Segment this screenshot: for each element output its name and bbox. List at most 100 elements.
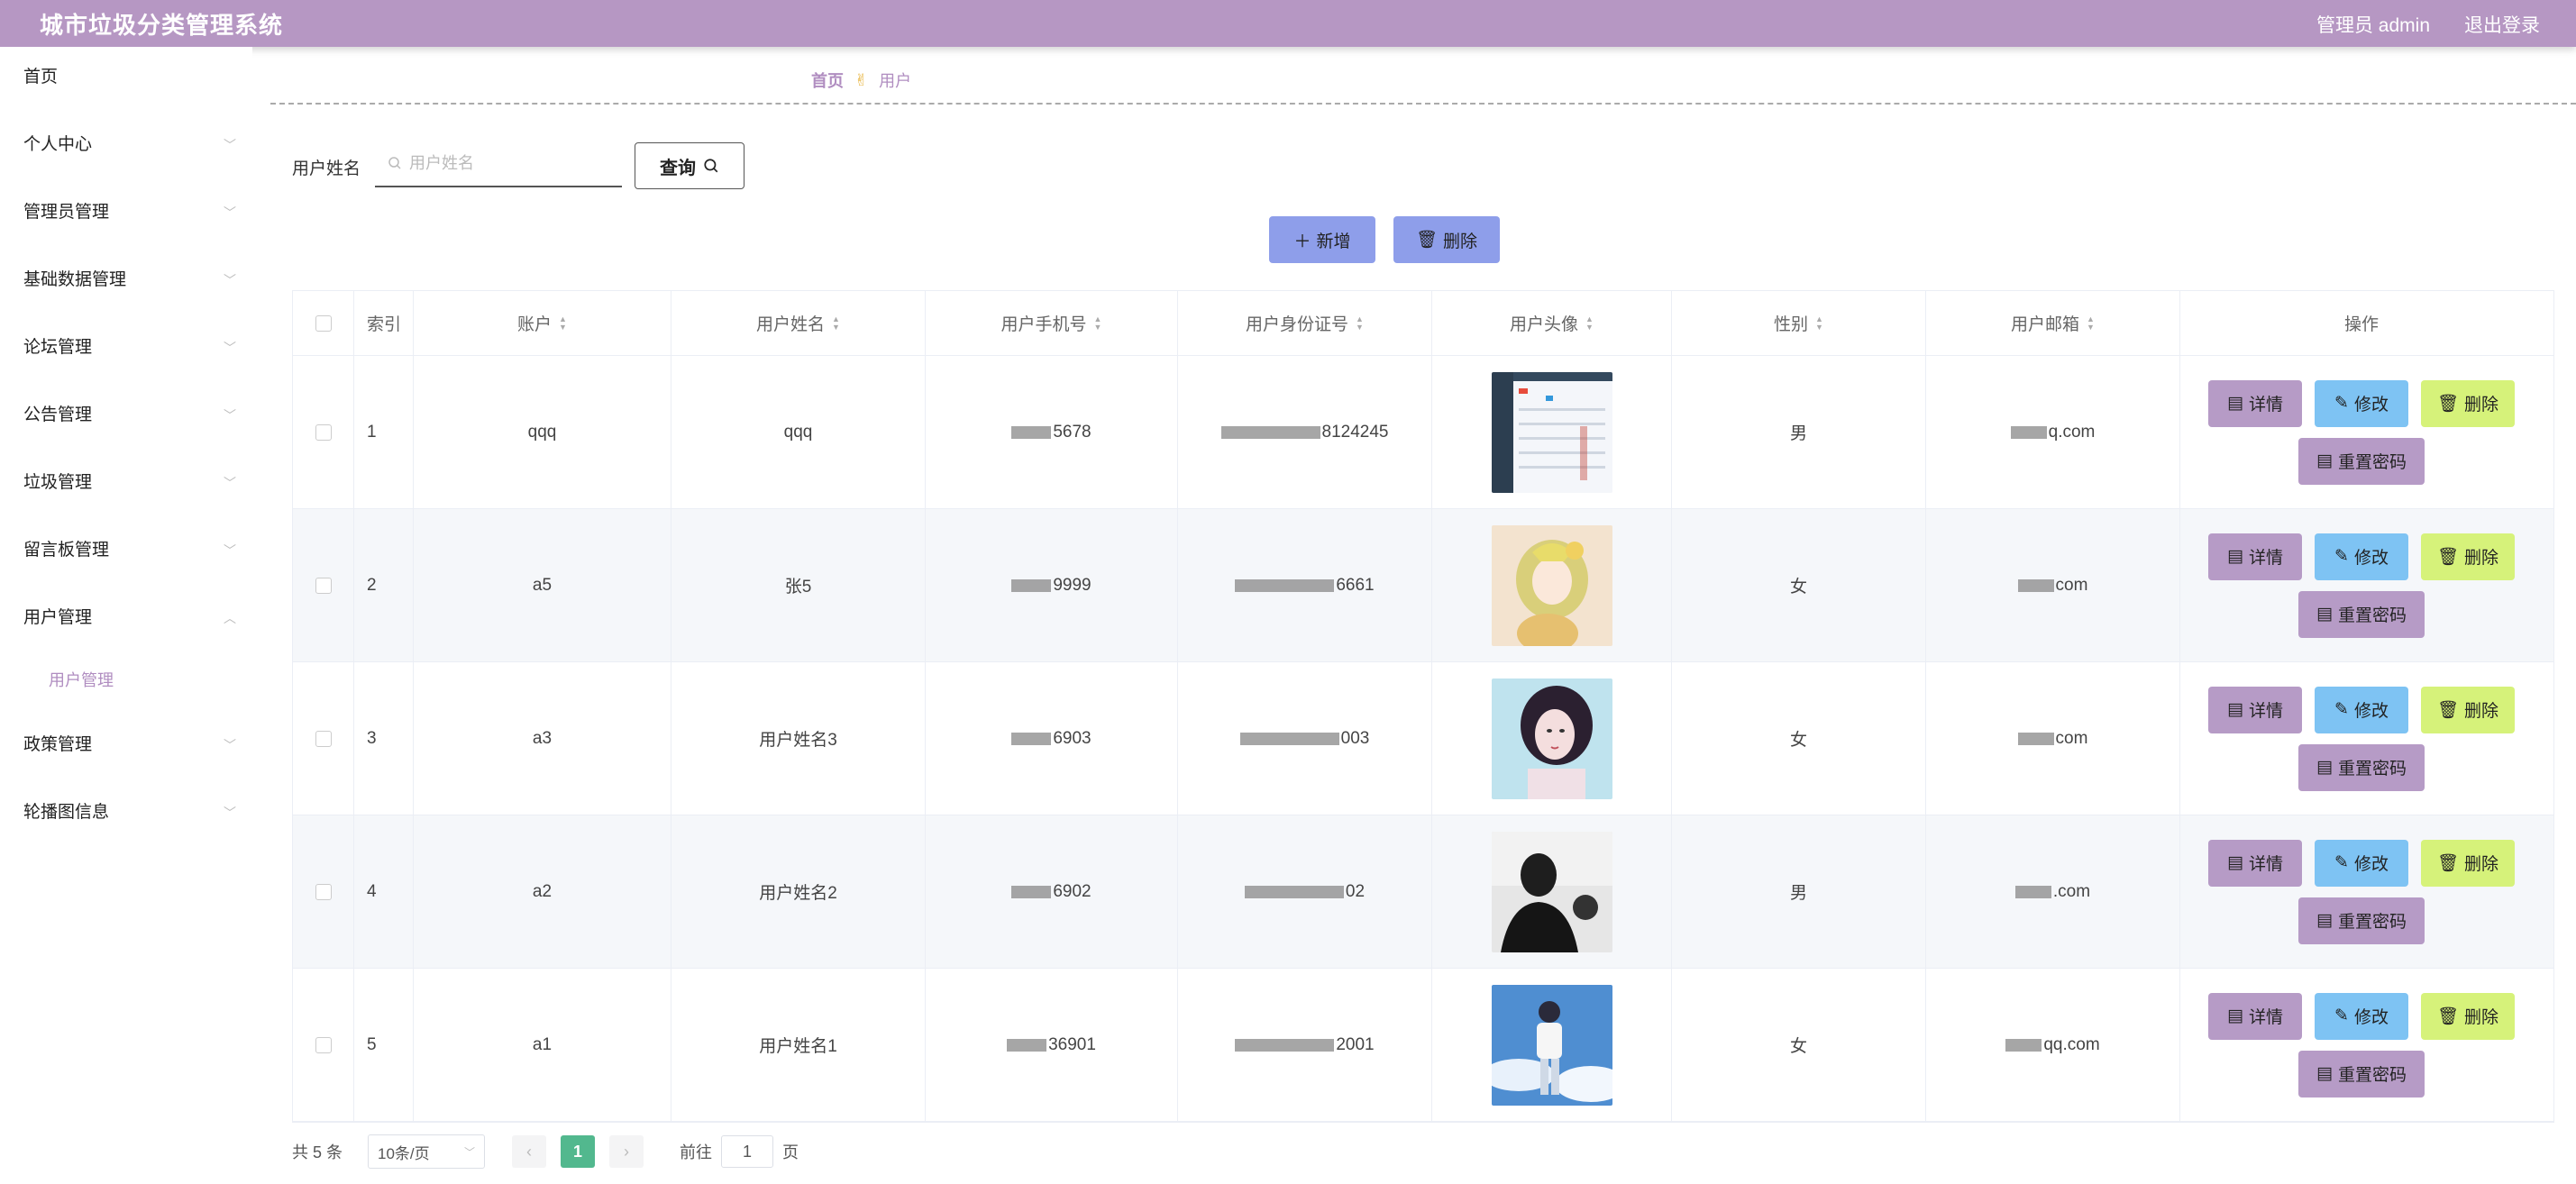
delete-button[interactable]: 🗑 删除 (2421, 379, 2515, 427)
query-button[interactable]: 查询 (635, 142, 744, 189)
edit-button[interactable]: ✎ 修改 (2315, 992, 2408, 1040)
cell-index: 3 (354, 662, 414, 815)
column-header-gender[interactable]: 性别 ▲ ▼ (1672, 291, 1926, 355)
trash-icon: 🗑 (2436, 853, 2460, 873)
delete-button[interactable]: 🗑 删除 (2421, 839, 2515, 887)
row-checkbox[interactable] (315, 1036, 332, 1053)
cell-index: 5 (354, 969, 414, 1121)
delete-button[interactable]: 🗑 删除 (2421, 686, 2515, 733)
reset-password-label: 重置密码 (2337, 453, 2407, 472)
sidebar-item-label: 垃圾管理 (23, 473, 93, 492)
next-page-button[interactable]: › (609, 1135, 644, 1168)
sidebar-item-carousel[interactable]: 轮播图信息 ﹀ (23, 795, 240, 831)
column-header-label: 用户头像 (1510, 315, 1579, 334)
trash-icon: 🗑 (2436, 1006, 2460, 1026)
avatar[interactable] (1491, 524, 1612, 646)
add-button[interactable]: ＋ 新增 (1269, 216, 1375, 263)
row-checkbox[interactable] (315, 883, 332, 900)
reset-password-button[interactable]: ▤ 重置密码 (2298, 590, 2425, 638)
avatar[interactable] (1491, 371, 1612, 493)
sidebar-item-user-management[interactable]: 用户管理 ︿ (23, 600, 240, 636)
goto-label: 前往 (680, 1143, 712, 1161)
sidebar-item-garbage[interactable]: 垃圾管理 ﹀ (23, 465, 240, 501)
reset-password-button[interactable]: ▤ 重置密码 (2298, 1050, 2425, 1097)
edit-button[interactable]: ✎ 修改 (2315, 839, 2408, 887)
row-checkbox[interactable] (315, 577, 332, 594)
breadcrumb-home[interactable]: 首页 (811, 68, 844, 92)
cell-id-value: 8124245 (1321, 422, 1389, 442)
sort-icon[interactable]: ▲ ▼ (2087, 314, 2095, 332)
delete-button-label: 删除 (2464, 702, 2499, 721)
detail-button[interactable]: ▤ 详情 (2208, 686, 2302, 733)
cell-id-number: 02 (1178, 815, 1432, 968)
column-header-actions: 操作 (2343, 315, 2379, 334)
sidebar-item-home[interactable]: 首页 (23, 59, 240, 96)
edit-button-label: 修改 (2353, 1008, 2389, 1027)
sort-icon[interactable]: ▲ ▼ (832, 314, 840, 332)
row-checkbox[interactable] (315, 424, 332, 441)
select-all-checkbox[interactable] (315, 314, 332, 332)
detail-button[interactable]: ▤ 详情 (2208, 379, 2302, 427)
edit-button[interactable]: ✎ 修改 (2315, 379, 2408, 427)
sidebar-item-forum[interactable]: 论坛管理 ﹀ (23, 330, 240, 366)
chevron-down-icon: ﹀ (463, 1145, 475, 1159)
edit-button[interactable]: ✎ 修改 (2315, 686, 2408, 733)
current-user-label: 管理员 admin (2316, 15, 2430, 36)
sidebar-item-notice[interactable]: 公告管理 ﹀ (23, 397, 240, 433)
reset-password-button[interactable]: ▤ 重置密码 (2298, 437, 2425, 485)
page-number[interactable]: 1 (561, 1135, 595, 1168)
delete-button[interactable]: 🗑 删除 (2421, 533, 2515, 580)
search-input[interactable] (409, 153, 607, 173)
sidebar-item-personal-center[interactable]: 个人中心 ﹀ (23, 127, 240, 163)
column-header-account[interactable]: 账户 ▲ ▼ (414, 291, 671, 355)
prev-page-button[interactable]: ‹ (512, 1135, 546, 1168)
delete-button-label: 删除 (2464, 1008, 2499, 1027)
redaction-mark (1011, 425, 1052, 439)
cell-phone-value: 6903 (1053, 728, 1092, 748)
avatar[interactable] (1491, 831, 1612, 952)
column-header-email[interactable]: 用户邮箱 ▲ ▼ (1926, 291, 2180, 355)
column-header-avatar[interactable]: 用户头像 ▲ ▼ (1432, 291, 1672, 355)
row-select-cell (293, 509, 354, 661)
edit-button-label: 修改 (2353, 396, 2389, 414)
logout-link[interactable]: 退出登录 (2464, 11, 2540, 38)
detail-button[interactable]: ▤ 详情 (2208, 992, 2302, 1040)
cell-gender: 男 (1672, 356, 1926, 508)
cell-phone: 6903 (926, 662, 1178, 815)
sort-icon[interactable]: ▲ ▼ (1356, 314, 1364, 332)
reset-password-button[interactable]: ▤ 重置密码 (2298, 743, 2425, 791)
redaction-mark (2010, 425, 2047, 439)
pagination: 共 5 条 10条/页 ﹀ ‹ 1 › 前往 1 页 (292, 1134, 799, 1170)
avatar[interactable] (1491, 984, 1612, 1106)
sort-icon[interactable]: ▲ ▼ (1094, 314, 1102, 332)
query-button-label: 查询 (660, 158, 696, 178)
cell-name: qqq (671, 356, 926, 508)
column-header-name[interactable]: 用户姓名 ▲ ▼ (671, 291, 926, 355)
detail-button[interactable]: ▤ 详情 (2208, 839, 2302, 887)
reset-password-button[interactable]: ▤ 重置密码 (2298, 897, 2425, 944)
batch-delete-button[interactable]: 🗑 删除 (1393, 216, 1500, 263)
sort-icon[interactable]: ▲ ▼ (1815, 314, 1823, 332)
sidebar-subitem-user-management[interactable]: 用户管理 (49, 662, 265, 698)
column-header-phone[interactable]: 用户手机号 ▲ ▼ (926, 291, 1178, 355)
select-all-cell (293, 291, 354, 355)
row-checkbox[interactable] (315, 730, 332, 747)
sidebar-item-message-board[interactable]: 留言板管理 ﹀ (23, 533, 240, 569)
user-table: 索引 账户 ▲ ▼ 用户姓名 ▲ ▼ 用户手机号 ▲ ▼ 用户身份证号 ▲ ▼ 用户头像 ▲ ▼ 性… (292, 290, 2554, 1123)
column-header-id-number[interactable]: 用户身份证号 ▲ ▼ (1178, 291, 1432, 355)
goto-page-input[interactable]: 1 (721, 1135, 773, 1168)
sort-icon[interactable]: ▲ ▼ (1585, 314, 1594, 332)
edit-button[interactable]: ✎ 修改 (2315, 533, 2408, 580)
delete-button[interactable]: 🗑 删除 (2421, 992, 2515, 1040)
sidebar-item-policy[interactable]: 政策管理 ﹀ (23, 727, 240, 763)
cell-actions: ▤ 详情 ✎ 修改 🗑 删除 ▤ 重置密码 (2180, 662, 2543, 815)
cell-gender: 男 (1672, 815, 1926, 968)
detail-button[interactable]: ▤ 详情 (2208, 533, 2302, 580)
chevron-right-icon: › (624, 1142, 629, 1161)
sidebar-item-label: 首页 (23, 68, 59, 87)
sort-icon[interactable]: ▲ ▼ (559, 314, 567, 332)
avatar[interactable] (1491, 678, 1612, 799)
sidebar-item-admin-management[interactable]: 管理员管理 ﹀ (23, 195, 240, 231)
sidebar-item-basic-data[interactable]: 基础数据管理 ﹀ (23, 262, 240, 298)
page-size-select[interactable]: 10条/页 ﹀ (368, 1134, 485, 1169)
